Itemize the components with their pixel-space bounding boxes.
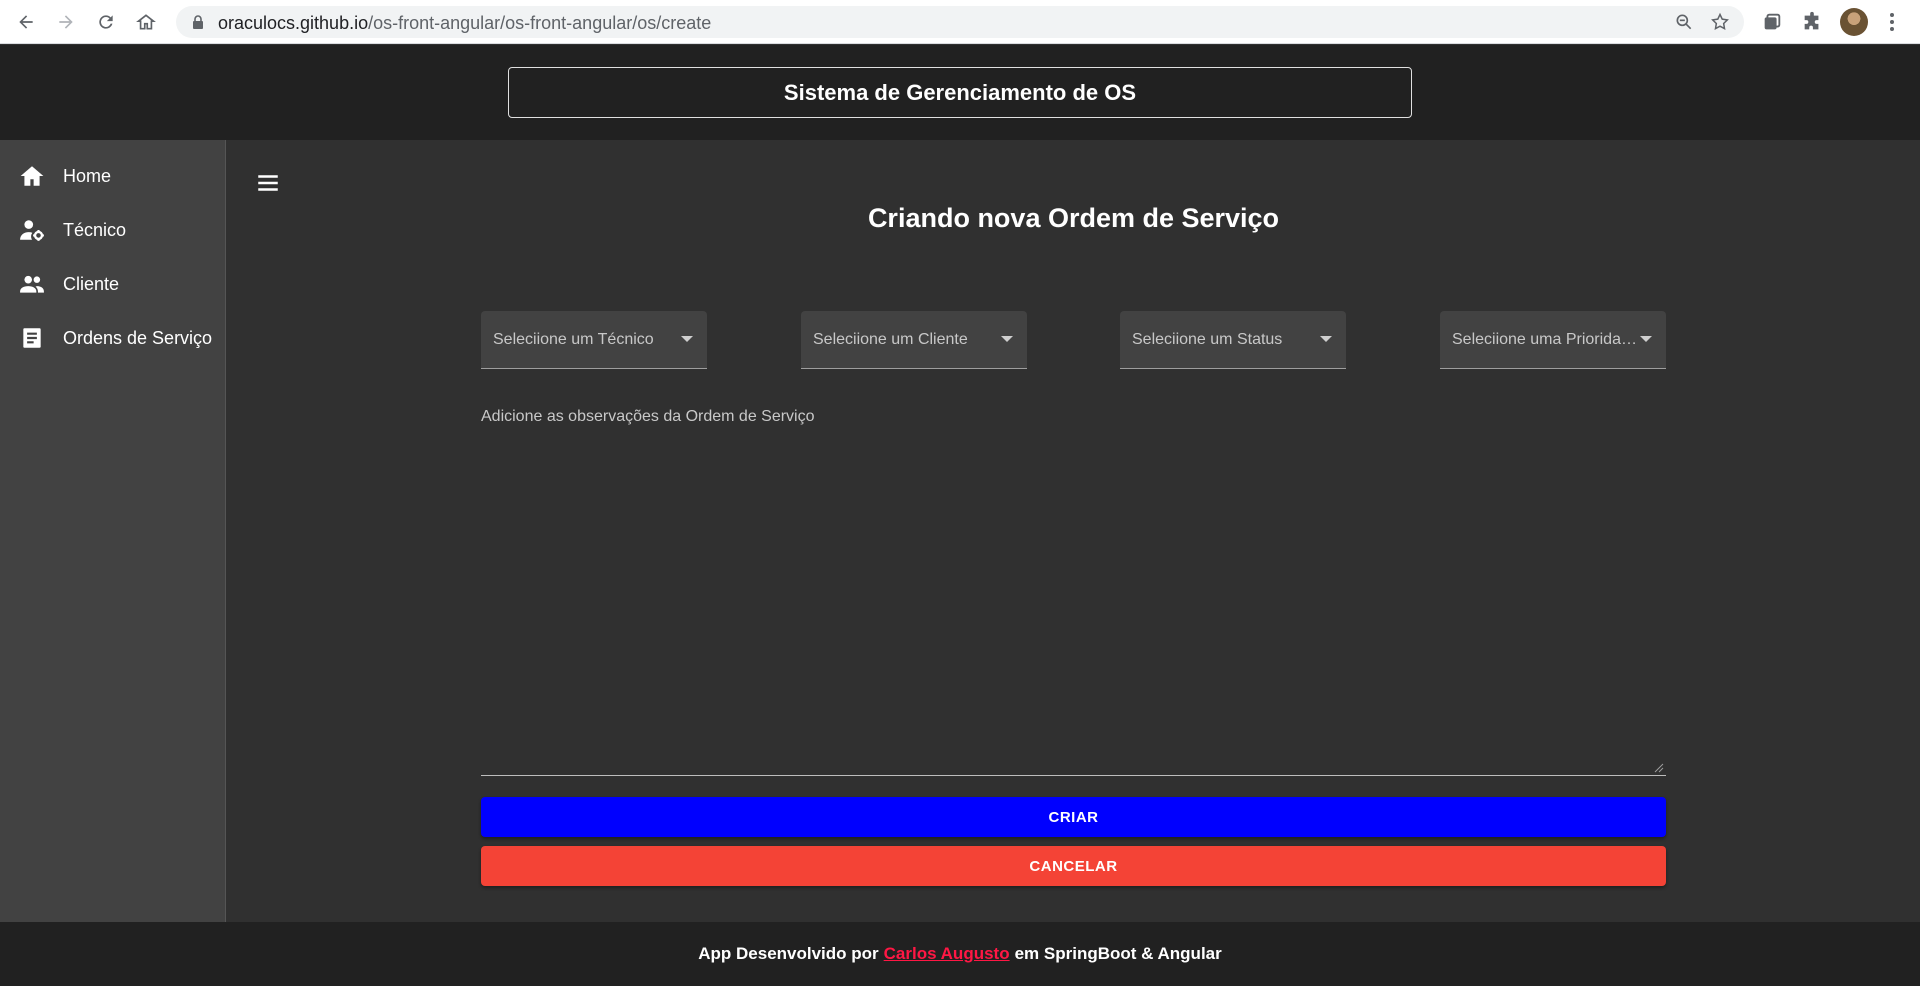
select-placeholder: Seleciione uma Prioridade	[1452, 331, 1637, 348]
lock-icon	[193, 15, 203, 29]
dropdown-arrow-icon	[1640, 336, 1652, 342]
cliente-select[interactable]: Seleciione um Cliente	[801, 311, 1027, 369]
sidebar-item-tecnico[interactable]: Técnico	[0, 206, 226, 254]
select-placeholder: Seleciione um Técnico	[493, 331, 654, 348]
create-button[interactable]: CRIAR	[481, 797, 1666, 837]
select-placeholder: Seleciione um Cliente	[813, 331, 968, 348]
footer-suffix: em SpringBoot & Angular	[1014, 944, 1222, 963]
select-placeholder: Seleciione um Status	[1132, 331, 1283, 348]
app-title: Sistema de Gerenciamento de OS	[508, 67, 1412, 118]
sidebar-item-label: Home	[63, 165, 112, 186]
dropdown-arrow-icon	[1001, 336, 1013, 342]
sidebar-item-label: Cliente	[63, 273, 120, 294]
observations-textarea[interactable]	[481, 398, 1666, 775]
document-icon	[19, 325, 45, 351]
sidebar-item-label: Técnico	[63, 219, 127, 240]
cancel-button[interactable]: CANCELAR	[481, 846, 1666, 886]
profile-avatar[interactable]	[1840, 8, 1868, 36]
app-header: Sistema de Gerenciamento de OS	[0, 45, 1920, 140]
sidebar-item-ordens-de-servico[interactable]: Ordens de Serviço	[0, 314, 226, 362]
page-title: Criando nova Ordem de Serviço	[867, 203, 1280, 233]
footer-prefix: App Desenvolvido por	[698, 944, 879, 963]
browser-toolbar: oraculocs.github.io/os-front-angular/os-…	[0, 0, 1920, 44]
status-select[interactable]: Seleciione um Status	[1120, 311, 1346, 369]
reload-icon[interactable]	[94, 10, 118, 34]
dropdown-arrow-icon	[1320, 336, 1332, 342]
footer: App Desenvolvido por Carlos Augusto em S…	[0, 922, 1920, 986]
resize-handle-icon[interactable]	[1654, 763, 1664, 773]
zoom-icon[interactable]	[1674, 12, 1694, 32]
main-content: Criando nova Ordem de Serviço Seleciione…	[227, 140, 1920, 922]
tecnico-select[interactable]: Seleciione um Técnico	[481, 311, 707, 369]
person-gear-icon	[19, 217, 45, 243]
home-icon	[19, 163, 45, 189]
dropdown-arrow-icon	[681, 336, 693, 342]
forward-arrow-icon[interactable]	[54, 10, 78, 34]
bookmark-star-icon[interactable]	[1710, 12, 1730, 32]
extensions-puzzle-icon[interactable]	[1801, 11, 1823, 33]
url-text[interactable]: oraculocs.github.io/os-front-angular/os-…	[218, 13, 711, 34]
prioridade-select[interactable]: Seleciione uma Prioridade	[1440, 311, 1666, 369]
back-arrow-icon[interactable]	[14, 10, 38, 34]
people-icon	[19, 271, 45, 297]
home-page-icon[interactable]	[134, 10, 158, 34]
observations-field: Adicione as observações da Ordem de Serv…	[481, 398, 1666, 776]
sidebar-item-label: Ordens de Serviço	[63, 327, 213, 348]
sidebar-item-home[interactable]: Home	[0, 152, 226, 200]
author-link[interactable]: Carlos Augusto	[884, 944, 1010, 964]
menu-hamburger-icon[interactable]	[255, 170, 281, 196]
more-options-icon[interactable]	[1884, 11, 1900, 33]
tab-search-icon[interactable]	[1761, 11, 1783, 33]
sidebar-item-cliente[interactable]: Cliente	[0, 260, 226, 308]
sidebar: Home Técnico Cliente Ordens de Serviço	[0, 140, 226, 922]
address-bar[interactable]: oraculocs.github.io/os-front-angular/os-…	[176, 6, 1744, 38]
